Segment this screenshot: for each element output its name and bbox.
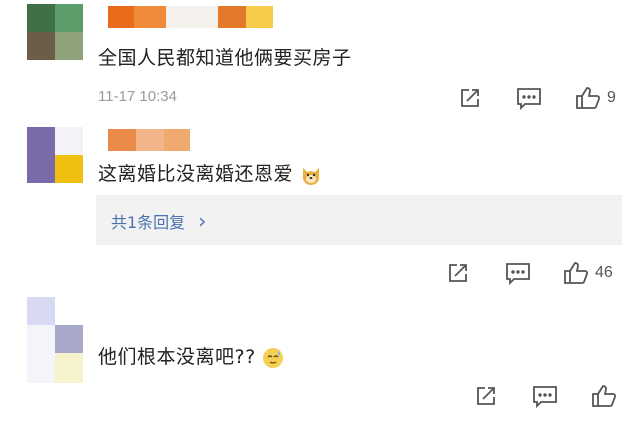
- share-icon: [449, 264, 467, 282]
- reply-count-label: 共1条回复: [111, 213, 186, 232]
- comment-text-content: 这离婚比没离婚还恩爱: [98, 163, 294, 185]
- like-button[interactable]: 9: [575, 83, 616, 113]
- comment-actions: [0, 381, 640, 411]
- comment-item: 他们根本没离吧??: [0, 295, 640, 433]
- like-button[interactable]: 46: [563, 258, 613, 288]
- chevron-right-icon: ›: [198, 209, 207, 233]
- comment-actions: 9: [0, 83, 640, 113]
- avatar[interactable]: [27, 127, 83, 183]
- share-icon: [477, 387, 495, 405]
- like-icon: [564, 262, 589, 284]
- comment-item: 全国人民都知道他俩要买房子 11-17 10:34 9: [0, 0, 640, 120]
- doge-emoji: [302, 167, 319, 185]
- comment-button[interactable]: [532, 381, 558, 411]
- like-count: 9: [607, 89, 616, 106]
- share-icon: [461, 89, 479, 107]
- share-button[interactable]: [446, 258, 470, 288]
- avatar[interactable]: [27, 297, 83, 383]
- comment-text: 全国人民都知道他俩要买房子: [98, 47, 352, 69]
- comment-icon: [517, 88, 541, 110]
- comment-text: 这离婚比没离婚还恩爱: [98, 159, 322, 186]
- comment-button[interactable]: [505, 258, 531, 288]
- like-icon: [576, 87, 601, 109]
- comment-icon: [533, 386, 557, 408]
- share-button[interactable]: [458, 83, 482, 113]
- comment-button[interactable]: [516, 83, 542, 113]
- comment-text-content: 他们根本没离吧??: [98, 346, 256, 368]
- comment-text: 他们根本没离吧??: [98, 342, 284, 369]
- like-count: 46: [595, 264, 613, 281]
- like-button[interactable]: [591, 381, 617, 411]
- username-pixelated[interactable]: [108, 6, 273, 28]
- share-button[interactable]: [474, 381, 498, 411]
- comment-item: 这离婚比没离婚还恩爱 共1条回复 › 46: [0, 120, 640, 295]
- sweat-smile-emoji: [263, 347, 284, 368]
- username-pixelated[interactable]: [108, 129, 190, 151]
- like-icon: [592, 385, 617, 407]
- reply-summary-button[interactable]: 共1条回复 ›: [96, 195, 622, 245]
- avatar[interactable]: [27, 4, 83, 60]
- comment-icon: [506, 263, 530, 285]
- comment-actions: 46: [0, 258, 640, 288]
- reply-summary: 共1条回复 ›: [111, 209, 206, 233]
